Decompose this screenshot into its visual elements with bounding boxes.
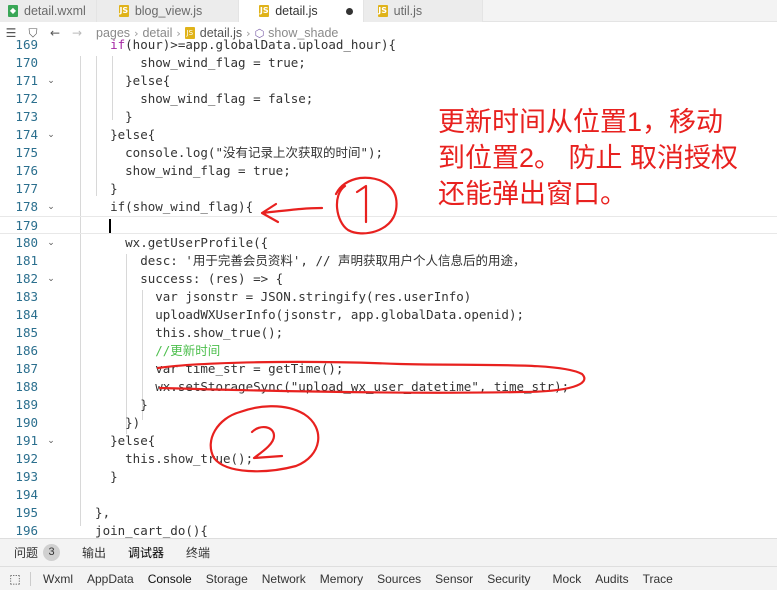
fold-chevron-icon[interactable]: ⌄ bbox=[45, 432, 57, 450]
code-line: 191 ⌄ }else{ bbox=[15, 432, 156, 450]
code-text: if(hour)>=app.globalData.upload_hour){ bbox=[80, 37, 397, 52]
tab-detail-js[interactable]: JS detail.js bbox=[239, 0, 364, 22]
fold-chevron-icon[interactable]: ⌄ bbox=[45, 72, 57, 90]
tab-terminal[interactable]: 终端 bbox=[172, 539, 218, 567]
devtools-tab-security[interactable]: Security bbox=[483, 572, 540, 586]
code-line: 194 bbox=[15, 487, 38, 502]
tab-output[interactable]: 输出 bbox=[68, 539, 114, 567]
devtools-tab-wxml[interactable]: Wxml bbox=[39, 572, 83, 586]
fold-chevron-icon[interactable]: ⌄ bbox=[45, 234, 57, 252]
code-line: 185 this.show_true(); bbox=[15, 325, 284, 340]
devtools-tab-bar: ⬚ Wxml AppData Console Storage Network M… bbox=[0, 566, 777, 590]
tab-util-js[interactable]: JS util.js bbox=[363, 0, 484, 22]
devtools-tab-trace[interactable]: Trace bbox=[639, 572, 683, 586]
fold-chevron-icon[interactable]: ⌄ bbox=[45, 198, 57, 216]
code-line: 182 ⌄ success: (res) => { bbox=[15, 270, 284, 288]
fold-chevron-icon[interactable]: ⌄ bbox=[45, 270, 57, 288]
inspect-cursor-icon[interactable]: ⬚ bbox=[0, 567, 30, 590]
tab-problems[interactable]: 问题 3 bbox=[0, 539, 68, 567]
wxml-file-icon: ◆ bbox=[8, 5, 18, 17]
annotation-note: 更新时间从位置1，移动 到位置2。 防止 取消授权 还能弹出窗口。 bbox=[438, 107, 739, 209]
code-line: 169 if(hour)>=app.globalData.upload_hour… bbox=[15, 37, 397, 52]
code-line: 186 //更新时间 bbox=[15, 343, 221, 358]
unsaved-dot-icon[interactable] bbox=[345, 7, 353, 15]
tab-label: detail.js bbox=[275, 4, 318, 18]
devtools-tab-memory[interactable]: Memory bbox=[316, 572, 373, 586]
code-line: 188 wx.setStorageSync("upload_wx_user_da… bbox=[15, 379, 570, 394]
code-line: 190 }) bbox=[15, 415, 141, 430]
text-caret bbox=[109, 219, 111, 233]
devtools-tab-appdata[interactable]: AppData bbox=[83, 572, 144, 586]
devtools-tab-storage[interactable]: Storage bbox=[202, 572, 258, 586]
js-file-icon: JS bbox=[118, 5, 129, 17]
code-line: 180 ⌄ wx.getUserProfile({ bbox=[15, 234, 269, 252]
code-line: 187 var time_str = getTime(); bbox=[15, 361, 344, 376]
devtools-tab-audits[interactable]: Audits bbox=[591, 572, 638, 586]
panel-tab-bar: 问题 3 输出 调试器 终端 bbox=[0, 538, 777, 566]
devtools-tab-mock[interactable]: Mock bbox=[541, 572, 592, 586]
code-line: 189 } bbox=[15, 397, 148, 412]
devtools-tab-sensor[interactable]: Sensor bbox=[431, 572, 483, 586]
tab-detail-wxml[interactable]: ◆ detail.wxml bbox=[0, 0, 97, 22]
code-line: 196 join_cart_do(){ bbox=[15, 523, 208, 538]
fold-chevron-icon[interactable]: ⌄ bbox=[45, 126, 57, 144]
code-line-current: 179 bbox=[0, 216, 777, 234]
tab-label: detail.wxml bbox=[24, 4, 86, 18]
tab-debugger[interactable]: 调试器 bbox=[114, 539, 172, 567]
tab-label: blog_view.js bbox=[134, 4, 203, 18]
code-line: 181 desc: '用于完善会员资料', // 声明获取用户个人信息后的用途， bbox=[15, 253, 526, 268]
code-line: 171 ⌄ }else{ bbox=[15, 72, 171, 90]
tab-blog-view-js[interactable]: JS blog_view.js bbox=[96, 0, 240, 22]
js-file-icon: JS bbox=[377, 5, 388, 17]
code-line: 170 show_wind_flag = true; bbox=[15, 55, 306, 70]
tab-label: util.js bbox=[393, 4, 423, 18]
code-line: 193 } bbox=[15, 469, 118, 484]
editor-tab-bar: ◆ detail.wxml JS blog_view.js JS detail.… bbox=[0, 0, 777, 22]
code-line: 195 }, bbox=[15, 505, 111, 520]
code-line: 184 uploadWXUserInfo(jsonstr, app.global… bbox=[15, 307, 525, 322]
problems-count-badge: 3 bbox=[43, 544, 61, 561]
devtools-tab-sources[interactable]: Sources bbox=[373, 572, 431, 586]
code-line: 192 this.show_true(); bbox=[15, 451, 254, 466]
code-line: 183 var jsonstr = JSON.stringify(res.use… bbox=[15, 289, 472, 304]
devtools-tab-network[interactable]: Network bbox=[258, 572, 316, 586]
js-file-icon: JS bbox=[259, 5, 270, 17]
devtools-tab-console[interactable]: Console bbox=[144, 572, 202, 586]
